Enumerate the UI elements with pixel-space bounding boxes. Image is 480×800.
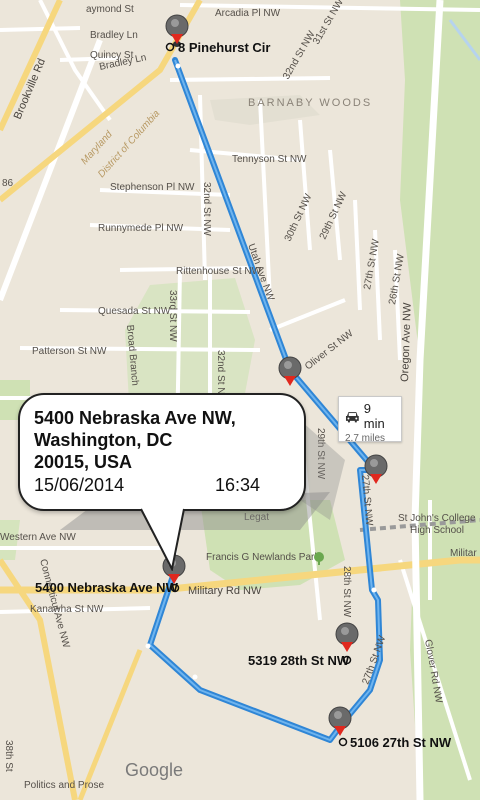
bubble-address-line1: 5400 Nebraska Ave NW, <box>34 408 236 428</box>
street-label: Tennyson St NW <box>232 154 307 165</box>
street-label: Kanawha St NW <box>30 604 104 615</box>
bubble-address-line3: 20015, USA <box>34 452 133 472</box>
bubble-time: 16:34 <box>214 475 260 495</box>
area-label: BARNABY WOODS <box>248 97 372 109</box>
street-label: Quincy St <box>90 50 134 61</box>
street-label: Runnymede Pl NW <box>98 223 184 234</box>
place-label: Politics and Prose <box>24 780 104 791</box>
street-label: Patterson St NW <box>32 346 107 357</box>
bubble-timestamp: 15/06/2014 16:34 <box>34 474 260 496</box>
street-label: Bradley Ln <box>90 30 138 41</box>
car-icon <box>345 411 359 422</box>
bubble-address-line2: Washington, DC <box>34 430 173 450</box>
street-label: 28th St NW <box>341 566 352 618</box>
street-label: 33rd St NW <box>167 290 178 342</box>
street-label: aymond St <box>86 4 134 15</box>
stop-label: 5106 27th St NW <box>350 735 452 750</box>
street-label: 32nd St NW <box>201 182 212 236</box>
street-label: Rittenhouse St NW <box>176 266 262 277</box>
stop-label: 8 Pinehurst Cir <box>178 40 270 55</box>
route-shield: 86 <box>2 178 14 189</box>
street-label: Arcadia Pl NW <box>215 8 281 19</box>
eta-card[interactable]: 9 min 2.7 miles <box>338 396 402 444</box>
eta-distance: 2.7 miles <box>345 433 386 444</box>
place-label: St John's College <box>398 513 476 524</box>
info-bubble[interactable]: 5400 Nebraska Ave NW, Washington, DC 200… <box>18 393 306 511</box>
bubble-date: 15/06/2014 <box>34 475 125 495</box>
street-label: 38th St <box>3 740 14 772</box>
street-label: Militar <box>450 548 477 559</box>
google-logo: Google <box>125 760 183 780</box>
place-label: High School <box>410 525 464 536</box>
street-label: Quesada St NW <box>98 306 171 317</box>
street-label: Military Rd NW <box>188 585 262 597</box>
park-label: Francis G Newlands Park <box>206 552 320 563</box>
stop-label: 5319 28th St NW <box>248 653 350 668</box>
street-label: Western Ave NW <box>0 532 76 543</box>
stop-label: 5400 Nebraska Ave NW <box>35 580 179 595</box>
street-label: Stephenson Pl NW <box>110 182 195 193</box>
eta-time: 9 min <box>363 401 385 431</box>
